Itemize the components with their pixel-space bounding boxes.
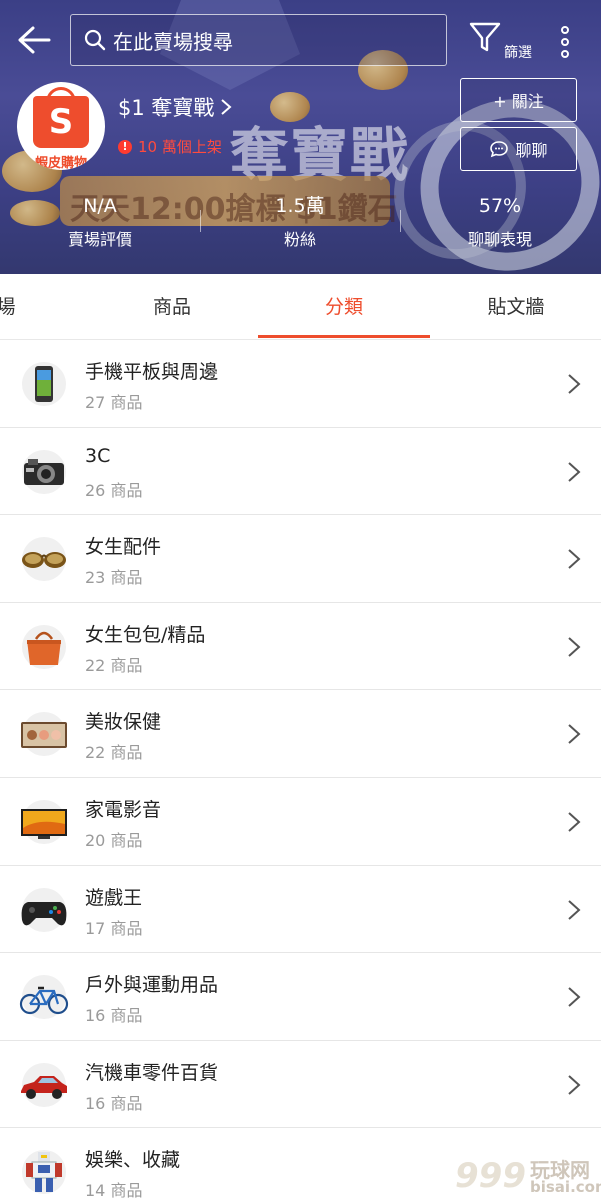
- category-row[interactable]: 遊戲王 17 商品: [0, 865, 601, 954]
- stat-value: 57%: [478, 195, 522, 217]
- category-name: 手機平板與周邊: [85, 361, 219, 383]
- chevron-right-icon: [568, 1075, 581, 1095]
- watermark-en: bisai.com: [530, 1178, 601, 1196]
- more-options-button[interactable]: [555, 22, 575, 62]
- category-name: 3C: [85, 444, 111, 467]
- filter-icon: [469, 22, 501, 52]
- stat-followers[interactable]: 1.5萬 粉絲: [200, 190, 400, 250]
- category-count: 23 商品: [85, 568, 143, 588]
- tab-posts[interactable]: 貼文牆: [430, 274, 601, 340]
- more-vertical-icon: [561, 26, 569, 58]
- tab-categories[interactable]: 分類: [258, 274, 430, 340]
- stat-chat-performance[interactable]: 57% 聊聊表現: [400, 190, 600, 250]
- category-count: 22 商品: [85, 743, 143, 763]
- category-name: 汽機車零件百貨: [85, 1061, 219, 1084]
- chevron-right-icon: [568, 812, 581, 832]
- chevron-right-icon: [568, 899, 581, 920]
- sunglasses-icon: [22, 537, 66, 582]
- category-count: 17 商品: [85, 918, 143, 938]
- game-controller-icon: [21, 887, 67, 932]
- shop-name-text: $1 奪寶戰: [118, 96, 215, 120]
- stat-value: N/A: [83, 195, 117, 217]
- category-count: 16 商品: [85, 1006, 143, 1026]
- back-button[interactable]: [14, 20, 54, 60]
- site-watermark: 999 玩球网 bisai.com: [455, 1150, 601, 1200]
- category-row[interactable]: 家電影音 20 商品: [0, 777, 601, 866]
- chat-label: 聊聊: [515, 141, 548, 160]
- top-bar: 在此賣場搜尋 篩選: [0, 14, 601, 70]
- alert-icon: !: [118, 139, 132, 154]
- search-icon: [84, 29, 106, 51]
- active-tab-indicator: [258, 335, 430, 338]
- category-name: 娛樂、收藏: [85, 1149, 181, 1172]
- camera-icon: [22, 449, 66, 494]
- shop-name[interactable]: $1 奪寶戰: [118, 92, 232, 122]
- category-row[interactable]: 手機平板與周邊 27 商品: [0, 340, 601, 428]
- category-name: 女生包包/精品: [85, 623, 206, 646]
- category-count: 20 商品: [85, 830, 143, 850]
- category-count: 14 商品: [85, 1181, 143, 1200]
- category-row[interactable]: 美妝保健 22 商品: [0, 690, 601, 778]
- watermark-number: 999: [455, 1156, 526, 1196]
- search-placeholder: 在此賣場搜尋: [113, 29, 233, 54]
- stat-label: 賣場評價: [67, 230, 132, 249]
- tab-products[interactable]: 商品: [86, 274, 258, 340]
- shopee-logo-icon: S: [33, 96, 89, 148]
- chevron-right-icon: [568, 987, 581, 1007]
- smartphone-icon: [22, 362, 66, 406]
- category-name: 美妝保健: [85, 711, 162, 734]
- tab-shop[interactable]: 場: [0, 274, 46, 340]
- chat-bubble-icon: [490, 141, 509, 158]
- stat-value: 1.5萬: [275, 195, 325, 217]
- follow-button[interactable]: + 關注: [460, 78, 577, 122]
- avatar-label: 蝦皮購物: [34, 156, 87, 170]
- chevron-right-icon: [568, 637, 581, 657]
- shop-subtitle: ! 10 萬個上架: [118, 136, 222, 157]
- filter-label: 篩選: [504, 45, 532, 61]
- television-icon: [21, 799, 67, 844]
- bicycle-icon: [19, 975, 69, 1020]
- category-row[interactable]: 女生包包/精品 22 商品: [0, 602, 601, 691]
- chevron-right-icon: [568, 724, 581, 745]
- category-name: 戶外與運動用品: [85, 974, 219, 997]
- stat-label: 聊聊表現: [467, 230, 532, 249]
- back-arrow-icon: [18, 26, 51, 54]
- filter-button[interactable]: 篩選: [466, 20, 536, 64]
- chevron-right-icon: [568, 461, 581, 482]
- shop-header: 奪寶戰 天天12:00搶標 $1鑽石 在此賣場搜尋 篩選 S 蝦皮購物 $1 奪…: [0, 0, 601, 274]
- shop-subtitle-text: 10 萬個上架: [138, 138, 222, 156]
- category-name: 家電影音: [85, 798, 162, 821]
- chevron-right-icon: [568, 374, 581, 394]
- category-name: 遊戲王: [85, 886, 143, 909]
- category-row[interactable]: 女生配件 23 商品: [0, 515, 601, 603]
- stat-rating[interactable]: N/A 賣場評價: [0, 190, 200, 250]
- category-list: 手機平板與周邊 27 商品 3C 26 商品 女生配件 23 商品 女生包包/精…: [0, 340, 601, 1200]
- category-row[interactable]: 戶外與運動用品 16 商品: [0, 953, 601, 1041]
- category-count: 16 商品: [85, 1093, 143, 1113]
- category-count: 22 商品: [85, 655, 143, 675]
- chevron-right-icon: [221, 99, 232, 115]
- category-count: 27 商品: [85, 393, 143, 412]
- stat-label: 粉絲: [283, 230, 316, 249]
- handbag-icon: [22, 624, 66, 669]
- shop-avatar[interactable]: S 蝦皮購物: [17, 82, 105, 170]
- category-row[interactable]: 3C 26 商品: [0, 427, 601, 516]
- chevron-right-icon: [568, 549, 581, 569]
- shop-stats: N/A 賣場評價 1.5萬 粉絲 57% 聊聊表現: [0, 190, 601, 260]
- category-name: 女生配件: [85, 536, 162, 559]
- category-row[interactable]: 汽機車零件百貨 16 商品: [0, 1040, 601, 1129]
- eyeshadow-palette-icon: [21, 712, 67, 757]
- car-icon: [21, 1062, 67, 1107]
- search-input[interactable]: 在此賣場搜尋: [70, 14, 447, 66]
- chat-button[interactable]: 聊聊: [460, 127, 577, 171]
- robot-figure-icon: [22, 1150, 66, 1195]
- tab-bar: 場 商品 分類 貼文牆: [0, 274, 601, 340]
- category-count: 26 商品: [85, 480, 143, 500]
